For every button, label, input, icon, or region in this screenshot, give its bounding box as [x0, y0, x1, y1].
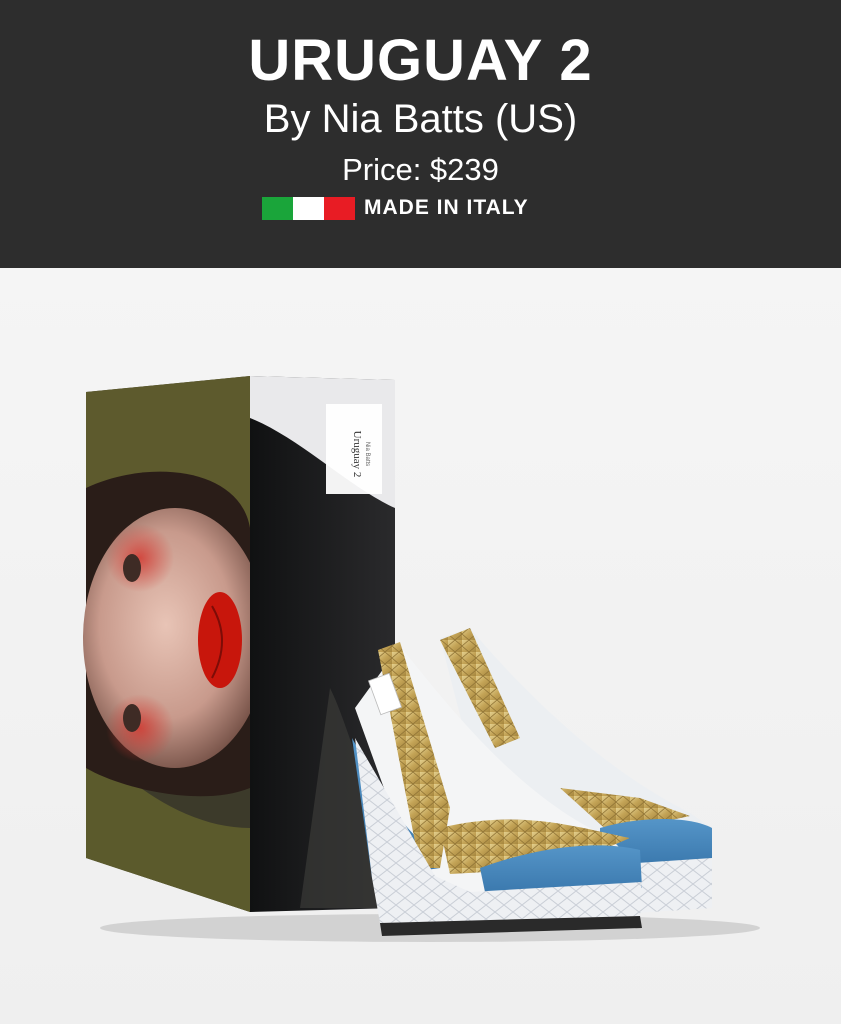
italy-flag-icon — [262, 196, 355, 220]
box-label-name: Uruguay 2 — [351, 431, 363, 478]
shoe-box: Uruguay 2 Nia Batts — [83, 376, 395, 912]
box-label-subtitle: Nia Batts — [364, 442, 370, 466]
product-price: Price: $239 — [342, 152, 499, 187]
product-header: URUGUAY 2 By Nia Batts (US) Price: $239 … — [0, 0, 841, 268]
product-image: Uruguay 2 Nia Batts — [0, 268, 841, 1024]
product-image-area: Uruguay 2 Nia Batts — [0, 268, 841, 1024]
made-in-label: MADE IN ITALY — [364, 196, 529, 219]
designer-byline: By Nia Batts (US) — [263, 97, 578, 141]
product-title: URUGUAY 2 — [248, 28, 593, 93]
made-in-badge: MADE IN ITALY — [262, 196, 529, 220]
